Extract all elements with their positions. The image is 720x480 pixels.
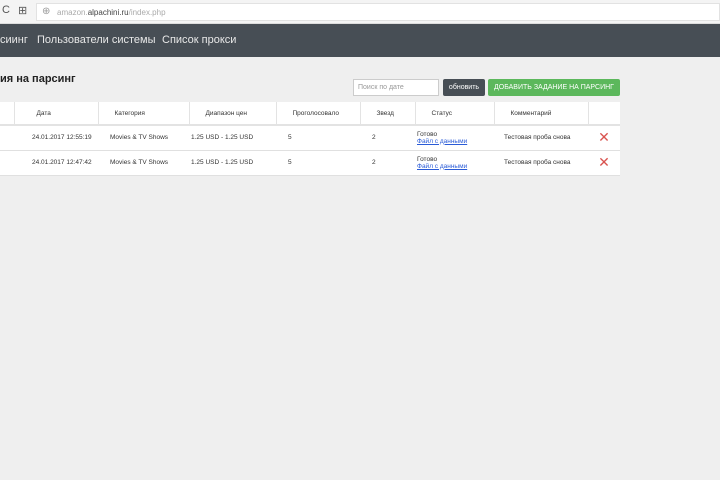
cell-stars: 2: [360, 150, 415, 176]
nav-item-parsing[interactable]: сиинг: [0, 34, 28, 46]
url-path: /index.php: [128, 8, 166, 17]
data-file-link[interactable]: Файл с данными: [417, 138, 467, 145]
cell-date: 24.01.2017 12:55:19: [14, 125, 98, 151]
cell-comment: Тестовая проба снова: [494, 150, 588, 176]
browser-toolbar: C ⊞ ⊕ amazon.alpachini.ru/index.php: [0, 0, 720, 24]
address-bar[interactable]: ⊕ amazon.alpachini.ru/index.php: [36, 3, 720, 21]
cell-votes: 5: [276, 150, 360, 176]
data-file-link[interactable]: Файл с данными: [417, 163, 467, 170]
col-header-category: Категория: [98, 102, 190, 126]
col-header: [588, 102, 620, 126]
col-header-comment: Комментарий: [494, 102, 589, 126]
cell-comment: Тестовая проба снова: [494, 125, 588, 151]
row-spacer: [0, 125, 14, 151]
cell-price: 1.25 USD - 1.25 USD: [189, 125, 276, 151]
url-prefix: amazon.: [57, 8, 88, 17]
col-header-status: Статус: [415, 102, 495, 126]
cell-status: Готово Файл с данными: [415, 150, 494, 176]
cell-date: 24.01.2017 12:47:42: [14, 150, 98, 176]
reload-icon[interactable]: C: [2, 4, 10, 16]
status-text: Готово: [417, 130, 438, 138]
nav-item-proxies[interactable]: Список прокси: [162, 34, 236, 46]
add-task-button[interactable]: ДОБАВИТЬ ЗАДАНИЕ НА ПАРСИНГ: [488, 79, 620, 96]
col-header-price: Диапазон цен: [189, 102, 277, 126]
globe-icon: ⊕: [42, 6, 51, 17]
nav-item-users[interactable]: Пользователи системы: [37, 34, 156, 46]
apps-grid-icon[interactable]: ⊞: [18, 4, 27, 17]
table-header: Дата Категория Диапазон цен Проголосовал…: [0, 102, 620, 126]
status-text: Готово: [417, 155, 438, 163]
cell-status: Готово Файл с данными: [415, 125, 494, 151]
tasks-table: Дата Категория Диапазон цен Проголосовал…: [0, 102, 620, 176]
cell-price: 1.25 USD - 1.25 USD: [189, 150, 276, 176]
delete-icon[interactable]: ✕: [588, 150, 620, 176]
col-header-date: Дата: [14, 102, 99, 126]
refresh-button[interactable]: обновить: [443, 79, 485, 96]
cell-category: Movies & TV Shows: [98, 150, 189, 176]
cell-category: Movies & TV Shows: [98, 125, 189, 151]
cell-votes: 5: [276, 125, 360, 151]
url-domain: alpachini.ru: [87, 8, 129, 17]
table-row: 24.01.2017 12:47:42 Movies & TV Shows 1.…: [0, 150, 620, 176]
page-title: ия на парсинг: [0, 73, 76, 85]
delete-icon[interactable]: ✕: [588, 125, 620, 151]
top-nav: сиинг Пользователи системы Список прокси: [0, 24, 720, 57]
col-header-votes: Проголосовало: [276, 102, 361, 126]
date-search-input[interactable]: Поиск по дате: [353, 79, 439, 96]
table-row: 24.01.2017 12:55:19 Movies & TV Shows 1.…: [0, 125, 620, 151]
col-header-stars: Звезд: [360, 102, 416, 126]
col-header: [0, 102, 15, 126]
row-spacer: [0, 150, 14, 176]
cell-stars: 2: [360, 125, 415, 151]
